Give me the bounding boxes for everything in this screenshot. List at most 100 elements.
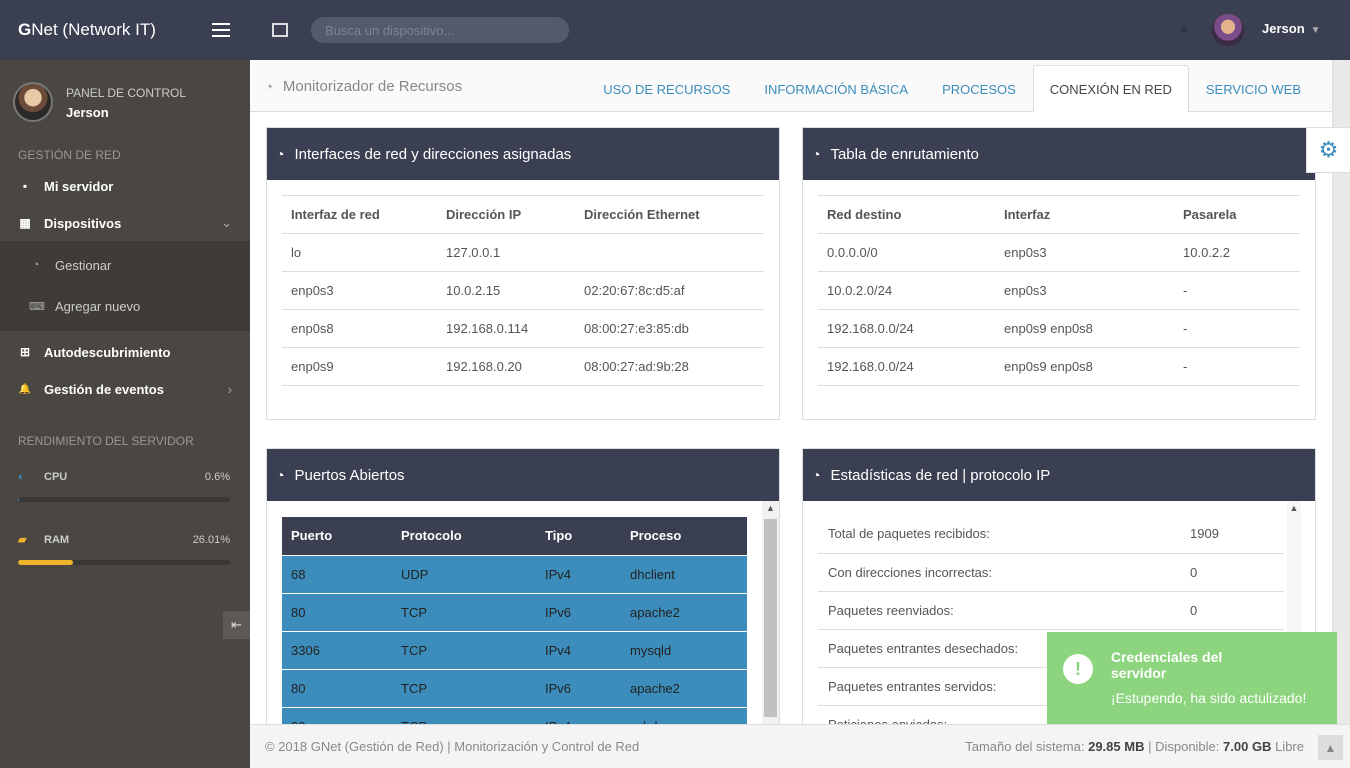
table-cell: IPv4 [536,706,621,724]
tab-informacion-basica[interactable]: INFORMACIÓN BÁSICA [747,65,925,112]
table-cell: 127.0.0.1 [437,233,575,272]
sign-out-icon[interactable]: ⇤ [223,611,250,639]
free-label: Libre [1275,739,1304,754]
footer-copyright: © 2018 GNet (Gestión de Red) | Monitoriz… [265,739,640,754]
table-cell: Total de paquetes recibidos: [818,515,1180,554]
sidebar: GNet (Network IT) PANEL DE CONTROL Jerso… [0,0,250,768]
sidebar-item-autodescubrimiento[interactable]: ⊞ Autodescubrimiento [0,343,250,361]
sidebar-item-label: Autodescubrimiento [44,344,171,360]
submenu-item-agregar-nuevo[interactable]: ⌨ Agregar nuevo [0,297,250,315]
scroll-up-icon[interactable]: ▲ [1287,503,1301,513]
size-label: Tamaño del sistema: [965,739,1085,754]
ram-meter: ▰ RAM 26.01% [18,533,230,565]
menu-toggle-icon[interactable] [212,23,230,37]
fullscreen-icon[interactable] [272,23,288,37]
table-row: 10.0.2.0/24 enp0s3- [818,271,1300,310]
table-row: lo 127.0.0.1 [282,233,764,272]
grid-icon: ▦ [19,216,31,230]
panel-title: Puertos Abiertos [294,466,405,484]
tab-procesos[interactable]: PROCESOS [925,65,1033,112]
search-input[interactable] [311,17,569,43]
cpu-meter: ◐ CPU 0.6% [18,471,230,502]
tab-bar: USO DE RECURSOS INFORMACIÓN BÁSICA PROCE… [586,65,1318,112]
status-dot [1181,27,1187,33]
caret-down-icon: ▼ [1310,25,1321,36]
interfaces-panel: ◔ Interfaces de red y direcciones asigna… [266,127,780,420]
submenu-item-gestionar[interactable]: ◔ Gestionar [0,256,250,274]
table-cell: 192.168.0.20 [437,347,575,386]
gear-icon[interactable]: ⚙ [1306,127,1350,173]
table-cell: IPv4 [536,630,621,669]
tab-uso-de-recursos[interactable]: USO DE RECURSOS [586,65,747,112]
avatar[interactable] [1212,14,1244,46]
panel-title: Tabla de enrutamiento [830,145,979,163]
table-cell: 3306 [282,630,392,669]
user-name: Jerson [66,105,109,120]
sitemap-icon: ⊞ [19,345,31,359]
table-row: Con direcciones incorrectas: 0 [818,553,1284,592]
table-row: 192.168.0.0/24 enp0s9 enp0s8- [818,309,1300,348]
page-title: ◔ Monitorizador de Recursos [265,78,462,95]
table-cell: IPv4 [536,554,621,593]
column-header: Red destino [818,195,995,234]
table-cell: 1909 [1180,515,1284,554]
table-cell: Paquetes reenviados: [818,591,1180,630]
table-cell: enp0s9 enp0s8 [995,309,1174,348]
ram-progress-fill [18,560,74,565]
table-cell: TCP [392,630,536,669]
sidebar-item-dispositivos[interactable]: ▦ Dispositivos ⌄ [0,214,250,232]
column-header: Interfaz de red [282,195,437,234]
column-header: Dirección IP [437,195,575,234]
panel-title: Estadísticas de red | protocolo IP [830,466,1051,484]
table-cell: enp0s9 [282,347,437,386]
available-label: | Disponible: [1148,739,1220,754]
sidebar-item-gestion-eventos[interactable]: 🔔 Gestión de eventos › [0,380,250,398]
table-cell: enp0s9 enp0s8 [995,347,1174,386]
table-row[interactable]: 80 TCP IPv6 apache2 [282,668,747,707]
page-title-text: Monitorizador de Recursos [282,78,463,95]
column-header: Pasarela [1174,195,1300,234]
submenu-item-label: Agregar nuevo [55,298,141,314]
table-cell: 0 [1180,591,1284,630]
table-cell: enp0s8 [282,309,437,348]
tab-conexion-en-red[interactable]: CONEXIÓN EN RED [1032,65,1189,112]
table-cell: 10.0.2.2 [1174,233,1300,272]
exclamation-icon: ! [1063,654,1093,684]
arrow-up-icon[interactable]: ▲ [1318,735,1343,760]
app-title[interactable]: GNet (Network IT) [18,20,156,40]
table-cell: 192.168.0.0/24 [818,309,995,348]
ports-scrollbar[interactable]: ▲ [762,501,779,724]
brand-bar: GNet (Network IT) [0,0,250,60]
footer-disk-info: Tamaño del sistema: 29.85 MB | Disponibl… [965,739,1304,754]
scroll-up-icon[interactable]: ▲ [762,503,779,513]
table-row[interactable]: 22TCPIPv4sshd [282,706,747,724]
tab-servicio-web[interactable]: SERVICIO WEB [1189,65,1318,112]
toast-title: Credenciales del servidor [1111,649,1223,681]
column-header: Dirección Ethernet [575,195,764,234]
table-row: 0.0.0.0/0 enp0s3 10.0.2.2 [818,233,1300,272]
table-row[interactable]: 80 TCP IPv6 apache2 [282,592,747,631]
column-header: Interfaz [995,195,1174,234]
table-cell: 08:00:27:e3:85:db [575,309,764,348]
table-row: Total de paquetes recibidos: 1909 [818,515,1284,554]
table-row: 192.168.0.0/24 enp0s9 enp0s8- [818,347,1300,386]
table-row[interactable]: 68 UDP IPv4 dhclient [282,554,747,593]
sidebar-item-mi-servidor[interactable]: ▪ Mi servidor [0,177,250,195]
table-cell: IPv6 [536,592,621,631]
ports-panel: ◔ Puertos Abiertos Puerto Protocolo Tipo… [266,448,780,724]
table-row[interactable]: 3306 TCP IPv4 mysqld [282,630,747,669]
section-network-heading: GESTIÓN DE RED [18,148,121,162]
table-cell: dhclient [621,554,747,593]
cpu-label: CPU [44,471,68,483]
table-cell: Con direcciones incorrectas: [818,553,1180,592]
user-menu[interactable]: Jerson ▼ [1262,21,1321,36]
table-cell: lo [282,233,437,272]
server-icon: ▪ [22,179,28,193]
table-cell: UDP [392,554,536,593]
notification-toast[interactable]: ! Credenciales del servidor ¡Estupendo, … [1047,632,1337,724]
scrollbar-thumb[interactable] [764,519,777,717]
brand-initial: G [18,20,32,39]
table-cell: 192.168.0.114 [437,309,575,348]
dashboard-icon: ◔ [276,146,285,162]
size-value: 29.85 MB [1088,739,1145,754]
